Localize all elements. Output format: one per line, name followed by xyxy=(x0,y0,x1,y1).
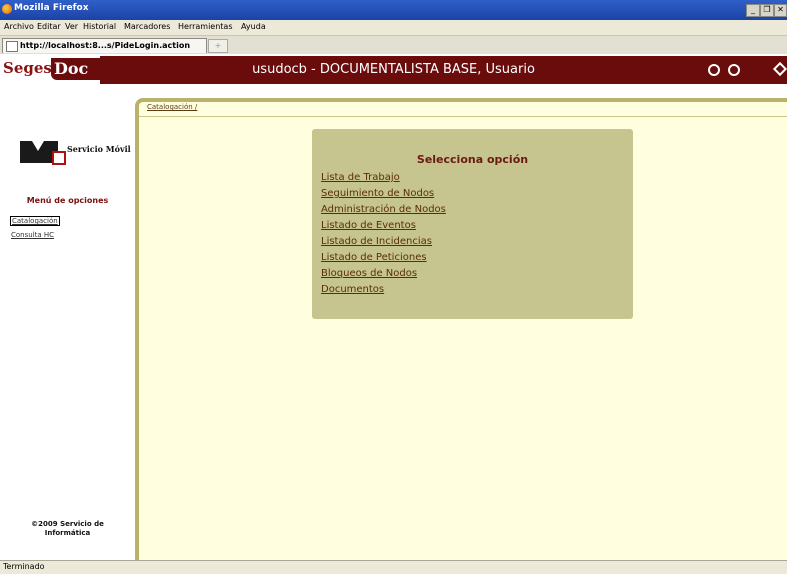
person-icon[interactable] xyxy=(728,64,740,76)
option-lista-de-trabajo[interactable]: Lista de Trabajo xyxy=(321,172,400,183)
firefox-icon xyxy=(2,4,12,14)
option-listado-de-peticiones[interactable]: Listado de Peticiones xyxy=(321,252,427,263)
print-icon[interactable] xyxy=(708,64,720,76)
logo-square xyxy=(52,151,66,165)
option-listado-de-incidencias[interactable]: Listado de Incidencias xyxy=(321,236,432,247)
logo-doc-text: Doc xyxy=(51,58,100,80)
menu-ver[interactable]: Ver xyxy=(65,22,78,31)
menu-herramientas[interactable]: Herramientas xyxy=(178,22,233,31)
browser-tab[interactable]: http://localhost:8...s/PideLogin.action xyxy=(2,38,207,53)
user-info: usudocb - DOCUMENTALISTA BASE, Usuario xyxy=(252,62,535,77)
sidebar-item-consulta-hc[interactable]: Consulta HC xyxy=(11,231,54,239)
tab-label: http://localhost:8...s/PideLogin.action xyxy=(20,41,191,50)
menu-marcadores[interactable]: Marcadores xyxy=(124,22,170,31)
option-bloqueos-de-nodos[interactable]: Bloqueos de Nodos xyxy=(321,268,417,279)
window-title-bar: Mozilla Firefox _ ❐ ✕ xyxy=(0,0,787,20)
breadcrumb[interactable]: Catalogación / xyxy=(147,103,197,111)
tab-bar: http://localhost:8...s/PideLogin.action … xyxy=(0,36,787,54)
app-logo: Seges Doc xyxy=(0,56,100,84)
menu-historial[interactable]: Historial xyxy=(83,22,116,31)
menu-bar: Archivo Editar Ver Historial Marcadores … xyxy=(0,20,787,36)
sidebar-item-catalogacion[interactable]: Catalogación xyxy=(10,216,60,226)
menu-editar[interactable]: Editar xyxy=(37,22,61,31)
header-spacer xyxy=(0,84,787,98)
copyright-line-2: Informática xyxy=(44,529,91,537)
option-listado-de-eventos[interactable]: Listado de Eventos xyxy=(321,220,416,231)
option-administracion-de-nodos[interactable]: Administración de Nodos xyxy=(321,204,446,215)
copyright-line-1: ©2009 Servicio de xyxy=(31,520,104,528)
status-text: Terminado xyxy=(3,562,45,571)
new-tab-button[interactable]: + xyxy=(208,39,228,53)
logo-seges-text: Seges xyxy=(3,59,52,77)
maximize-button[interactable]: ❐ xyxy=(760,4,774,17)
window-title: Mozilla Firefox xyxy=(14,3,89,13)
copyright: ©2009 Servicio de Informática xyxy=(0,520,135,538)
options-title: Selecciona opción xyxy=(416,153,529,166)
app-header: usudocb - DOCUMENTALISTA BASE, Usuario S… xyxy=(0,56,787,84)
status-bar: Terminado xyxy=(0,560,787,574)
close-button[interactable]: ✕ xyxy=(774,4,787,17)
breadcrumb-bar xyxy=(139,102,787,117)
option-documentos[interactable]: Documentos xyxy=(321,284,384,295)
page-icon xyxy=(6,41,18,52)
menu-title: Menú de opciones xyxy=(26,196,109,205)
sidebar xyxy=(0,98,135,560)
option-seguimiento-de-nodos[interactable]: Seguimiento de Nodos xyxy=(321,188,434,199)
options-panel: Selecciona opción Lista de Trabajo Segui… xyxy=(312,129,633,319)
company-name: Servicio Móvil xyxy=(67,144,131,154)
menu-ayuda[interactable]: Ayuda xyxy=(241,22,266,31)
minimize-button[interactable]: _ xyxy=(746,4,760,17)
menu-archivo[interactable]: Archivo xyxy=(4,22,34,31)
